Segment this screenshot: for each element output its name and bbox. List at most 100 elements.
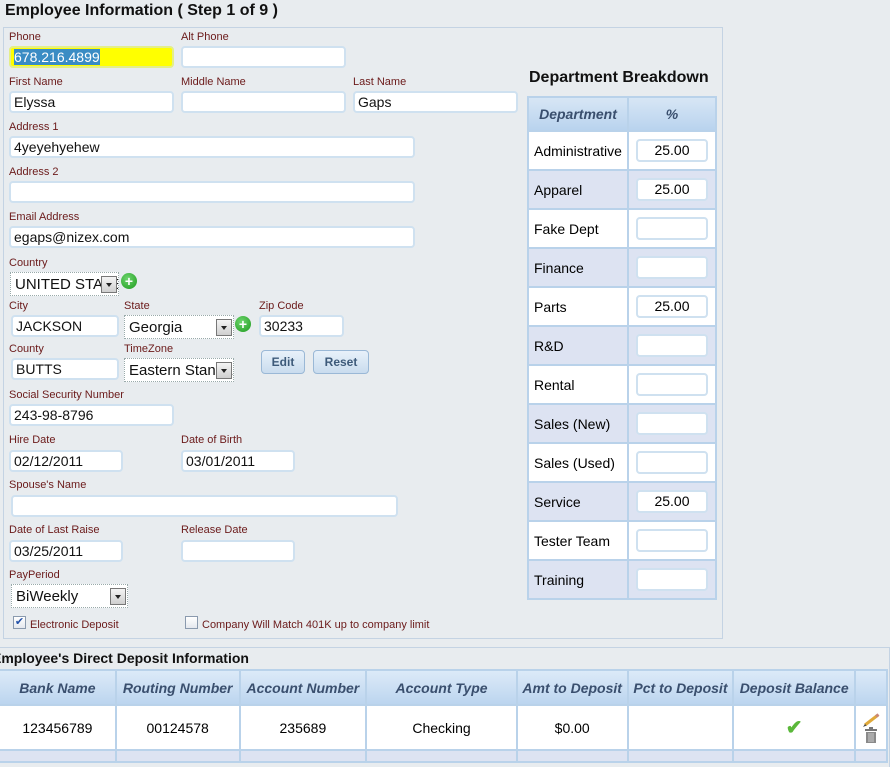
dept-pct-input[interactable] [636, 256, 708, 279]
dept-pct-input[interactable] [636, 334, 708, 357]
pay-period-select[interactable]: BiWeekly [11, 584, 128, 608]
electronic-deposit-label: Electronic Deposit [30, 619, 119, 631]
pay-period-label: PayPeriod [9, 569, 60, 581]
table-row: Fake Dept [527, 208, 717, 249]
add-state-icon[interactable]: + [235, 316, 251, 332]
reset-button[interactable]: Reset [313, 350, 369, 374]
table-row: Apparel 25.00 [527, 169, 717, 210]
table-row: Rental [527, 364, 717, 405]
zip-label: Zip Code [259, 300, 304, 312]
county-label: County [9, 343, 44, 355]
dd-header-deposit-balance[interactable]: Deposit Balance [732, 669, 857, 706]
spouse-input[interactable] [11, 495, 398, 517]
country-select[interactable]: UNITED STATES [10, 272, 119, 296]
dd-header-account-type[interactable]: Account Type [365, 669, 518, 706]
trash-icon[interactable] [864, 726, 878, 743]
dd-header-account-number[interactable]: Account Number [238, 669, 368, 706]
table-row: Sales (Used) [527, 442, 717, 483]
chevron-down-icon[interactable] [110, 588, 126, 605]
dd-header-bank-name[interactable]: Bank Name [0, 669, 117, 706]
address2-input[interactable] [9, 181, 415, 203]
last-raise-input[interactable]: 03/25/2011 [9, 540, 123, 562]
hire-date-input[interactable]: 02/12/2011 [9, 450, 123, 472]
timezone-select[interactable]: Eastern Standard [124, 358, 234, 382]
dept-pct-input[interactable]: 25.00 [636, 295, 708, 318]
stub-cell [854, 749, 888, 763]
country-label: Country [9, 257, 48, 269]
release-date-input[interactable] [181, 540, 295, 562]
dept-pct-cell [627, 559, 717, 600]
dept-pct-input[interactable]: 25.00 [636, 139, 708, 162]
dept-pct-input[interactable] [636, 217, 708, 240]
hire-date-label: Hire Date [9, 434, 56, 446]
edit-button[interactable]: Edit [261, 350, 305, 374]
chevron-down-icon[interactable] [216, 319, 232, 336]
phone-input[interactable]: 678.216.4899 [9, 46, 174, 68]
address2-label: Address 2 [9, 166, 59, 178]
chevron-down-icon[interactable] [101, 276, 117, 293]
dept-pct-input[interactable] [636, 451, 708, 474]
dd-actions [854, 704, 888, 751]
dd-account-type: Checking [365, 704, 518, 751]
city-label: City [9, 300, 28, 312]
dept-pct-cell [627, 208, 717, 249]
dept-pct-cell [627, 364, 717, 405]
dept-pct-input[interactable] [636, 373, 708, 396]
add-country-icon[interactable]: + [121, 273, 137, 289]
dept-name: Tester Team [527, 520, 629, 561]
dept-pct-cell [627, 403, 717, 444]
dept-pct-input[interactable]: 25.00 [636, 490, 708, 513]
stub-cell [626, 749, 735, 763]
dept-name: Administrative [527, 130, 629, 171]
state-select[interactable]: Georgia [124, 315, 234, 339]
dept-pct-cell [627, 247, 717, 288]
zip-input[interactable]: 30233 [259, 315, 344, 337]
direct-deposit-table: Bank Name Routing Number Account Number … [0, 669, 888, 763]
match-401k-checkbox[interactable] [185, 616, 198, 629]
chevron-down-icon[interactable] [216, 362, 232, 379]
stub-cell [515, 749, 629, 763]
dept-name: Rental [527, 364, 629, 405]
first-name-input[interactable]: Elyssa [9, 91, 174, 113]
dept-header-department[interactable]: Department [527, 96, 629, 132]
first-name-label: First Name [9, 76, 63, 88]
middle-name-input[interactable] [181, 91, 346, 113]
stub-cell [238, 749, 368, 763]
table-row: Service 25.00 [527, 481, 717, 522]
dept-name: Parts [527, 286, 629, 327]
alt-phone-input[interactable] [181, 46, 346, 68]
last-name-input[interactable]: Gaps [353, 91, 518, 113]
electronic-deposit-checkbox[interactable]: ✔ [13, 616, 26, 629]
address1-input[interactable]: 4yeyehyehew [9, 136, 415, 158]
dd-bank-name: 123456789 [0, 704, 117, 751]
stub-cell [0, 749, 117, 763]
page-title: Employee Information ( Step 1 of 9 ) [5, 2, 278, 19]
department-breakdown-title: Department Breakdown [529, 69, 709, 86]
dept-pct-input[interactable]: 25.00 [636, 178, 708, 201]
dept-pct-input[interactable] [636, 412, 708, 435]
dd-header-amt-to-deposit[interactable]: Amt to Deposit [515, 669, 629, 706]
dept-name: Apparel [527, 169, 629, 210]
dept-header-percent[interactable]: % [627, 96, 717, 132]
table-row[interactable]: 123456789 00124578 235689 Checking $0.00… [0, 704, 888, 751]
last-raise-label: Date of Last Raise [9, 524, 100, 536]
dd-header-pct-to-deposit[interactable]: Pct to Deposit [626, 669, 735, 706]
dd-deposit-balance: ✔ [732, 704, 857, 751]
direct-deposit-title: Employee's Direct Deposit Information [0, 650, 249, 666]
dept-pct-input[interactable] [636, 529, 708, 552]
address1-label: Address 1 [9, 121, 59, 133]
dept-pct-input[interactable] [636, 568, 708, 591]
email-input[interactable]: egaps@nizex.com [9, 226, 415, 248]
department-breakdown-table: Department % Administrative 25.00 Apparel 2… [527, 96, 717, 600]
state-label: State [124, 300, 150, 312]
dd-routing-number: 00124578 [114, 704, 241, 751]
county-input[interactable]: BUTTS [11, 358, 119, 380]
table-row: Sales (New) [527, 403, 717, 444]
dd-account-number: 235689 [238, 704, 368, 751]
timezone-label: TimeZone [124, 343, 174, 355]
city-input[interactable]: JACKSON [11, 315, 119, 337]
pencil-icon[interactable] [861, 712, 881, 727]
dd-header-routing-number[interactable]: Routing Number [114, 669, 241, 706]
ssn-input[interactable]: 243-98-8796 [9, 404, 174, 426]
dob-input[interactable]: 03/01/2011 [181, 450, 295, 472]
